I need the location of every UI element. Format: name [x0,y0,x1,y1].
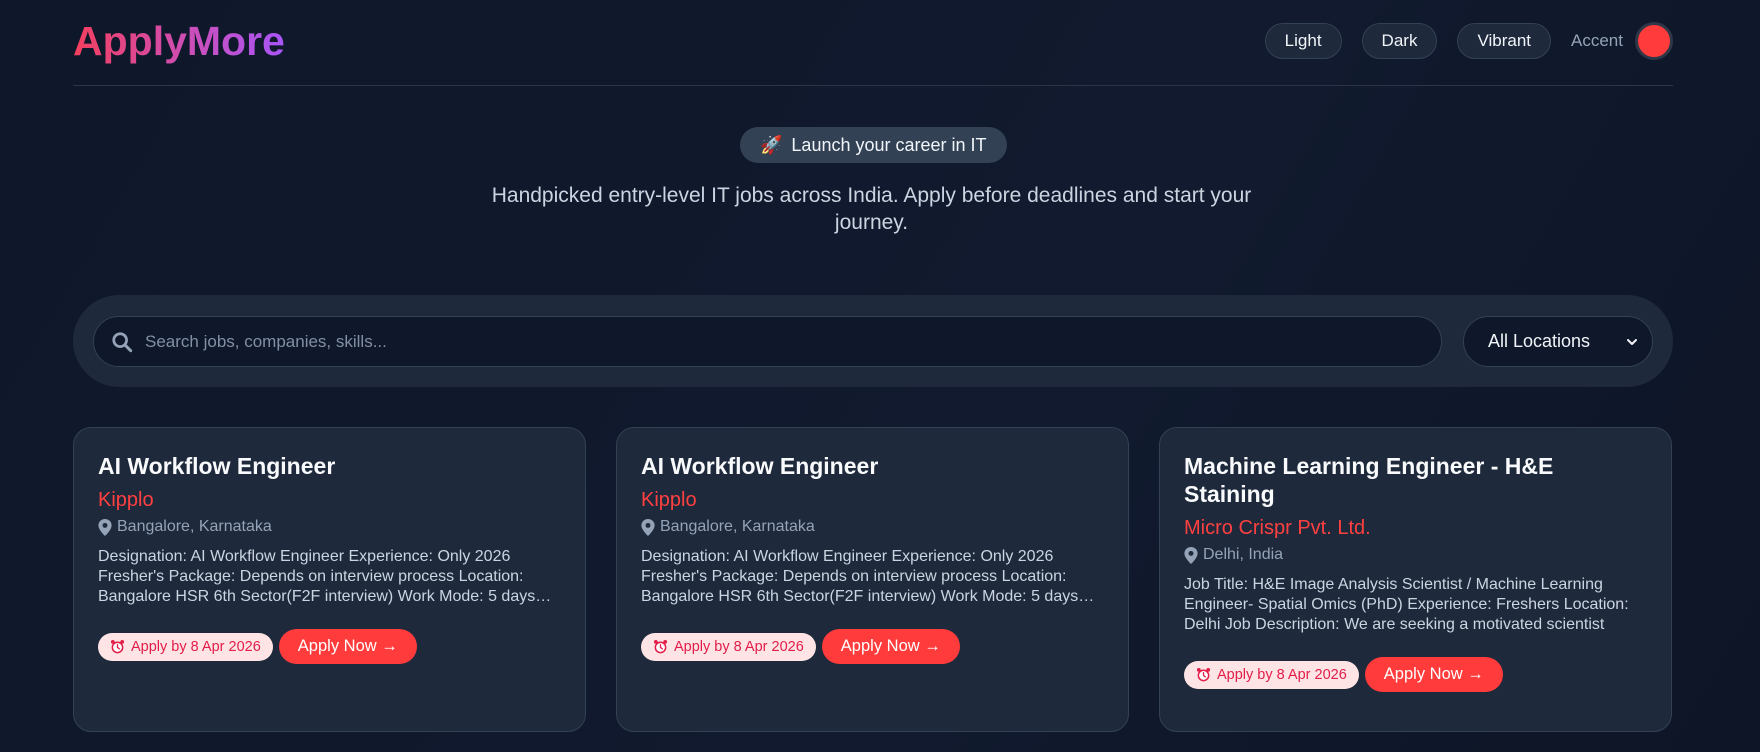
job-card: AI Workflow Engineer Kipplo Bangalore, K… [616,427,1129,732]
accent-label: Accent [1571,30,1623,50]
search-panel: All Locations [73,295,1673,387]
location-pin-icon [98,518,112,536]
location-select[interactable]: All Locations [1463,316,1653,367]
job-location: Bangalore, Karnataka [641,517,1104,537]
deadline-text: Apply by 8 Apr 2026 [131,638,261,655]
job-description: Designation: AI Workflow Engineer Experi… [98,548,536,605]
hero-subtitle: Handpicked entry-level IT jobs across In… [491,184,1252,234]
job-actions: Apply by 8 Apr 2026 Apply Now → [1184,657,1647,692]
apply-now-button[interactable]: Apply Now → [278,629,417,664]
deadline-badge: Apply by 8 Apr 2026 [641,632,816,661]
deadline-text: Apply by 8 Apr 2026 [1217,666,1347,683]
job-location: Delhi, India [1184,545,1647,565]
job-company: Kipplo [641,489,697,511]
search-icon [112,331,133,352]
deadline-badge: Apply by 8 Apr 2026 [98,632,273,661]
job-actions: Apply by 8 Apr 2026 Apply Now → [641,629,1104,664]
job-title[interactable]: AI Workflow Engineer [98,452,561,480]
job-company: Kipplo [98,489,154,511]
theme-light-button[interactable]: Light [1264,22,1342,59]
job-location-text: Bangalore, Karnataka [660,518,815,535]
job-location: Bangalore, Karnataka [98,517,561,537]
top-header: ApplyMore Light Dark Vibrant Accent [73,0,1673,86]
brand-logo[interactable]: ApplyMore [73,18,285,65]
hero-badge-text: Launch your career in IT [791,134,987,155]
location-select-value: All Locations [1488,331,1591,351]
theme-dark-button[interactable]: Dark [1361,22,1438,59]
job-location-text: Delhi, India [1203,546,1284,563]
hero-badge: 🚀 Launch your career in IT [740,127,1007,163]
alarm-clock-icon [653,639,668,654]
alarm-clock-icon [110,639,125,654]
location-pin-icon [1184,546,1198,564]
theme-vibrant-button[interactable]: Vibrant [1457,22,1552,59]
apply-now-button[interactable]: Apply Now → [821,629,960,664]
job-description: Job Title: H&E Image Analysis Scientist … [1184,576,1629,633]
apply-now-button[interactable]: Apply Now → [1364,657,1503,692]
location-pin-icon [641,518,655,536]
accent-color-picker[interactable] [1635,21,1673,60]
job-card: Machine Learning Engineer - H&E Staining… [1159,427,1672,732]
theme-controls: Light Dark Vibrant Accent [1264,21,1673,60]
job-company: Micro Crispr Pvt. Ltd. [1184,517,1371,539]
alarm-clock-icon [1196,667,1211,682]
search-input[interactable] [145,317,1441,366]
search-box [93,316,1442,367]
job-actions: Apply by 8 Apr 2026 Apply Now → [98,629,561,664]
job-location-text: Bangalore, Karnataka [117,518,272,535]
job-title[interactable]: AI Workflow Engineer [641,452,1104,480]
deadline-badge: Apply by 8 Apr 2026 [1184,660,1359,689]
job-description: Designation: AI Workflow Engineer Experi… [641,548,1079,605]
job-card: AI Workflow Engineer Kipplo Bangalore, K… [73,427,586,732]
rocket-icon: 🚀 [760,134,783,155]
job-title[interactable]: Machine Learning Engineer - H&E Staining [1184,452,1647,508]
chevron-down-icon [1627,338,1637,345]
deadline-text: Apply by 8 Apr 2026 [674,638,804,655]
